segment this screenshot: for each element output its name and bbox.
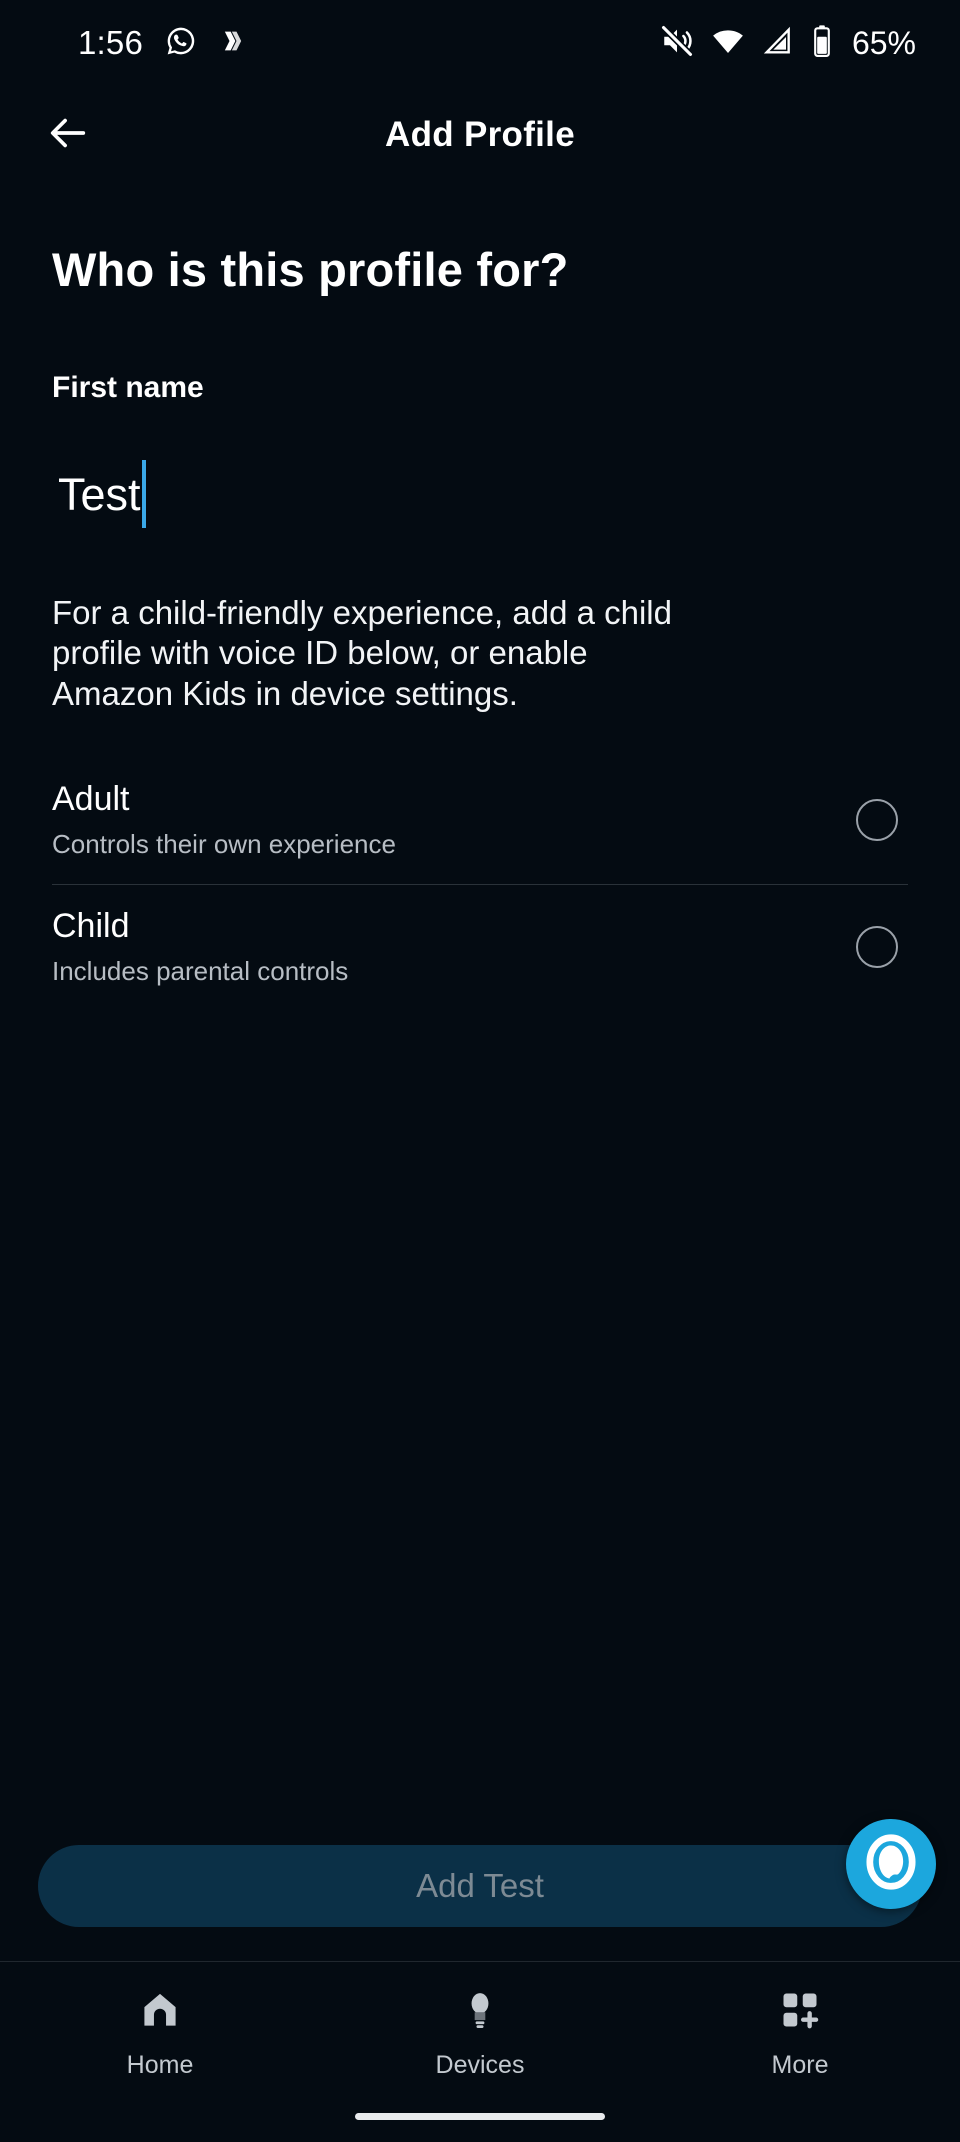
option-adult-title: Adult <box>52 779 130 818</box>
cellular-signal-icon <box>762 25 794 62</box>
status-bar-left: 1:56 <box>78 24 247 62</box>
nav-label-home: Home <box>126 2051 194 2079</box>
first-name-label: First name <box>52 371 204 404</box>
gesture-bar-area <box>0 2090 960 2142</box>
option-row-adult[interactable]: Adult Controls their own experience <box>52 758 908 884</box>
page-title: Add Profile <box>385 115 575 154</box>
phone-screen: 1:56 65% Add Profile Who is this profile… <box>0 0 960 2142</box>
helper-text: For a child-friendly experience, add a c… <box>52 594 672 712</box>
option-adult-texts: Adult Controls their own experience <box>52 780 396 860</box>
alexa-button[interactable] <box>846 1819 936 1909</box>
section-heading: Who is this profile for? <box>52 243 569 296</box>
whatsapp-icon <box>165 25 197 62</box>
nav-item-more[interactable]: More <box>700 1988 900 2080</box>
status-bar: 1:56 65% <box>0 0 960 86</box>
gesture-home-indicator[interactable] <box>355 2112 605 2120</box>
status-bar-right: 65% <box>660 24 916 63</box>
text-cursor <box>141 460 146 528</box>
nav-item-devices[interactable]: Devices <box>380 1988 580 2080</box>
grid-plus-icon <box>778 1988 822 2037</box>
nav-item-home[interactable]: Home <box>60 1988 260 2080</box>
app-bar: Add Profile <box>0 86 960 184</box>
option-child-texts: Child Includes parental controls <box>52 907 348 987</box>
option-child-title: Child <box>52 906 130 945</box>
alexa-icon <box>860 1831 922 1898</box>
option-child-subtitle: Includes parental controls <box>52 955 349 986</box>
bottom-action-bar: Add Test <box>0 1819 960 1961</box>
first-name-field[interactable]: Test <box>52 451 908 537</box>
lightbulb-icon <box>458 1988 502 2037</box>
first-name-value: Test <box>58 468 141 520</box>
main-content: Who is this profile for? First name Test… <box>0 184 960 1845</box>
back-button[interactable] <box>40 107 96 163</box>
status-time: 1:56 <box>78 24 144 61</box>
battery-icon <box>811 24 833 63</box>
wifi-icon <box>711 24 745 63</box>
app-notification-icon <box>219 27 247 60</box>
back-arrow-icon <box>45 110 91 161</box>
home-icon <box>138 1988 182 2037</box>
option-row-child[interactable]: Child Includes parental controls <box>52 885 908 1011</box>
radio-button-adult[interactable] <box>856 798 898 841</box>
radio-button-child[interactable] <box>856 925 898 968</box>
nav-label-more: More <box>771 2051 829 2079</box>
add-profile-button[interactable]: Add Test <box>38 1845 922 1927</box>
profile-type-options: Adult Controls their own experience Chil… <box>52 758 908 1011</box>
option-adult-subtitle: Controls their own experience <box>52 828 396 859</box>
battery-percentage: 65% <box>851 24 916 61</box>
nav-label-devices: Devices <box>435 2051 525 2079</box>
volume-off-icon <box>660 24 694 63</box>
bottom-navigation: Home Devices More <box>0 1961 960 2090</box>
